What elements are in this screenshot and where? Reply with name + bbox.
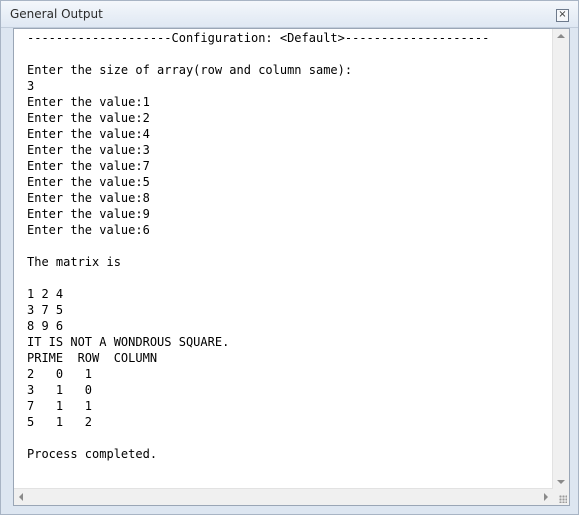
output-panel: --------------------Configuration: <Defa…: [13, 28, 570, 506]
console-line: 3 7 5: [27, 303, 64, 317]
console-line: The matrix is: [27, 255, 121, 269]
console-line: IT IS NOT A WONDROUS SQUARE.: [27, 335, 230, 349]
console-line: Enter the value:1: [27, 95, 150, 109]
scroll-down-icon[interactable]: [557, 480, 565, 484]
console-line: 2 0 1: [27, 367, 93, 381]
console-line: Enter the value:5: [27, 175, 150, 189]
scroll-left-icon[interactable]: [19, 493, 23, 501]
scrollbar-corner: [553, 489, 569, 505]
console-line: 3 1 0: [27, 383, 93, 397]
title-bar[interactable]: General Output ×: [1, 1, 578, 28]
console-line: 5 1 2: [27, 415, 93, 429]
console-line: 3: [27, 79, 35, 93]
console-line: Process completed.: [27, 447, 158, 461]
console-line: PRIME ROW COLUMN: [27, 351, 158, 365]
vertical-scrollbar[interactable]: [552, 29, 569, 489]
console-line: Enter the value:7: [27, 159, 150, 173]
console-line: Enter the value:4: [27, 127, 150, 141]
console-line: 8 9 6: [27, 319, 64, 333]
console-line: 7 1 1: [27, 399, 93, 413]
console-line: Enter the value:9: [27, 207, 150, 221]
console-output[interactable]: --------------------Configuration: <Defa…: [14, 29, 553, 489]
horizontal-scrollbar[interactable]: [14, 488, 553, 505]
general-output-window: General Output × --------------------Con…: [0, 0, 579, 515]
resize-grip-icon[interactable]: [559, 495, 567, 503]
scroll-up-icon[interactable]: [557, 34, 565, 38]
scroll-right-icon[interactable]: [544, 493, 548, 501]
window-title: General Output: [10, 7, 103, 21]
close-button[interactable]: ×: [556, 9, 569, 22]
console-line: Enter the value:2: [27, 111, 150, 125]
console-line: 1 2 4: [27, 287, 64, 301]
console-line: Enter the size of array(row and column s…: [27, 63, 353, 77]
console-line: Enter the value:8: [27, 191, 150, 205]
console-line: Enter the value:6: [27, 223, 150, 237]
console-line: --------------------Configuration: <Defa…: [27, 31, 490, 45]
console-line: Enter the value:3: [27, 143, 150, 157]
